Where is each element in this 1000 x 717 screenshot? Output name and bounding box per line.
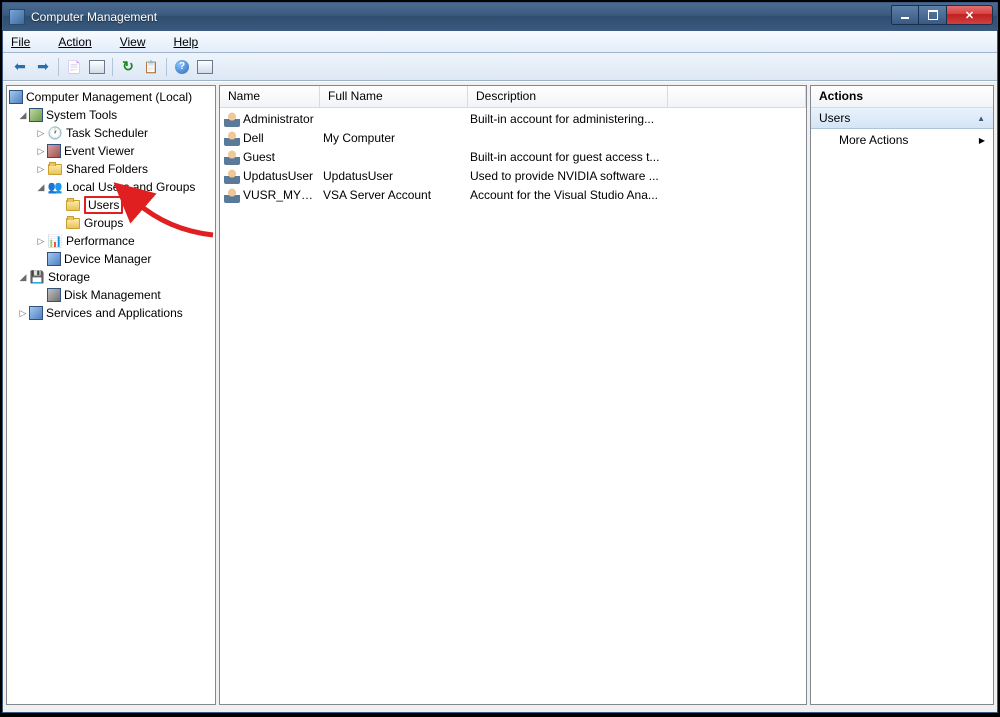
cell-description: Built-in account for guest access t... [470,150,690,164]
menubar: File Action View Help [3,31,997,53]
folder-icon [65,197,81,213]
user-icon [224,111,240,127]
tree: Computer Management (Local) ◢ System Too… [7,88,215,322]
tree-shared-folders[interactable]: ▷ Shared Folders [7,160,215,178]
expand-icon[interactable]: ▷ [35,236,47,247]
cell-name: UpdatusUser [243,169,323,183]
toolbar-separator [166,58,167,76]
mgmt-icon [9,90,23,104]
user-icon [224,149,240,165]
collapse-icon[interactable]: ◢ [17,110,29,121]
column-fullname[interactable]: Full Name [320,86,468,107]
cell-fullname: UpdatusUser [323,169,470,183]
actions-more[interactable]: More Actions [811,129,993,151]
maximize-button[interactable] [919,5,947,25]
cell-name: Administrator [243,112,323,126]
folder-icon [47,161,63,177]
menu-help[interactable]: Help [174,35,213,49]
refresh-button[interactable] [117,56,139,78]
expand-icon[interactable]: ▷ [17,308,29,319]
content-area: Computer Management (Local) ◢ System Too… [3,81,997,708]
users-icon: 👥 [47,179,63,195]
column-name[interactable]: Name [220,86,320,107]
list-pane: Name Full Name Description Administrator… [219,85,807,705]
tree-performance[interactable]: ▷ 📊 Performance [7,232,215,250]
tree-root[interactable]: Computer Management (Local) [7,88,215,106]
properties-button[interactable] [86,56,108,78]
list-row[interactable]: VUSR_MY_D...VSA Server AccountAccount fo… [220,185,806,204]
services-icon [29,306,43,320]
list-row[interactable]: UpdatusUserUpdatusUserUsed to provide NV… [220,166,806,185]
expand-icon[interactable]: ▷ [35,128,47,139]
device-icon [47,252,61,266]
column-description[interactable]: Description [468,86,668,107]
tree-storage[interactable]: ◢ 💾 Storage [7,268,215,286]
list-row[interactable]: Guest Built-in account for guest access t… [220,147,806,166]
tree-local-users-groups[interactable]: ◢ 👥 Local Users and Groups [7,178,215,196]
actions-section-users[interactable]: Users [811,108,993,129]
cell-description: Built-in account for administering... [470,112,690,126]
app-window: Computer Management File Action View Hel… [2,2,998,713]
menu-file[interactable]: File [11,35,44,49]
actions-header: Actions [811,86,993,108]
tree-groups[interactable]: Groups [7,214,215,232]
list-row[interactable]: DellMy Computer [220,128,806,147]
collapse-icon[interactable]: ◢ [17,272,29,283]
menu-action[interactable]: Action [58,35,105,49]
titlebar[interactable]: Computer Management [3,3,997,31]
collapse-icon[interactable]: ◢ [35,182,47,193]
up-button[interactable] [63,56,85,78]
tree-task-scheduler[interactable]: ▷ 🕐 Task Scheduler [7,124,215,142]
expand-icon[interactable]: ▷ [35,164,47,175]
cell-fullname: My Computer [323,131,470,145]
cell-name: Dell [243,131,323,145]
actions-more-label: More Actions [839,133,908,147]
event-icon [47,144,61,158]
folder-icon [65,215,81,231]
app-icon [9,9,25,25]
list-row[interactable]: Administrator Built-in account for admini… [220,109,806,128]
cell-name: Guest [243,150,323,164]
tree-device-manager[interactable]: Device Manager [7,250,215,268]
close-button[interactable] [947,5,993,25]
window-title: Computer Management [31,10,891,24]
tools-icon [29,108,43,122]
cell-fullname: VSA Server Account [323,188,470,202]
help-button[interactable] [171,56,193,78]
forward-button[interactable] [32,56,54,78]
actions-pane: Actions Users More Actions [810,85,994,705]
tree-event-viewer[interactable]: ▷ Event Viewer [7,142,215,160]
toolbar-separator [58,58,59,76]
tree-pane: Computer Management (Local) ◢ System Too… [6,85,216,705]
cell-description: Used to provide NVIDIA software ... [470,169,690,183]
toolbar-separator [112,58,113,76]
disk-icon [47,288,61,302]
tree-users[interactable]: Users [7,196,215,214]
list-header: Name Full Name Description [220,86,806,108]
tree-services-apps[interactable]: ▷ Services and Applications [7,304,215,322]
cell-description: Account for the Visual Studio Ana... [470,188,690,202]
menu-view[interactable]: View [120,35,160,49]
statusbar [3,708,997,712]
actions-section-label: Users [819,111,850,125]
user-icon [224,187,240,203]
cell-name: VUSR_MY_D... [243,188,323,202]
storage-icon: 💾 [29,269,45,285]
list-body: Administrator Built-in account for admini… [220,108,806,704]
export-button[interactable] [140,56,162,78]
clock-icon: 🕐 [47,125,63,141]
minimize-button[interactable] [891,5,919,25]
tree-system-tools[interactable]: ◢ System Tools [7,106,215,124]
expand-icon[interactable]: ▷ [35,146,47,157]
extra-button[interactable] [194,56,216,78]
perf-icon: 📊 [47,233,63,249]
column-blank[interactable] [668,86,806,107]
user-icon [224,168,240,184]
window-controls [891,5,993,25]
toolbar [3,53,997,81]
back-button[interactable] [9,56,31,78]
tree-disk-management[interactable]: Disk Management [7,286,215,304]
user-icon [224,130,240,146]
